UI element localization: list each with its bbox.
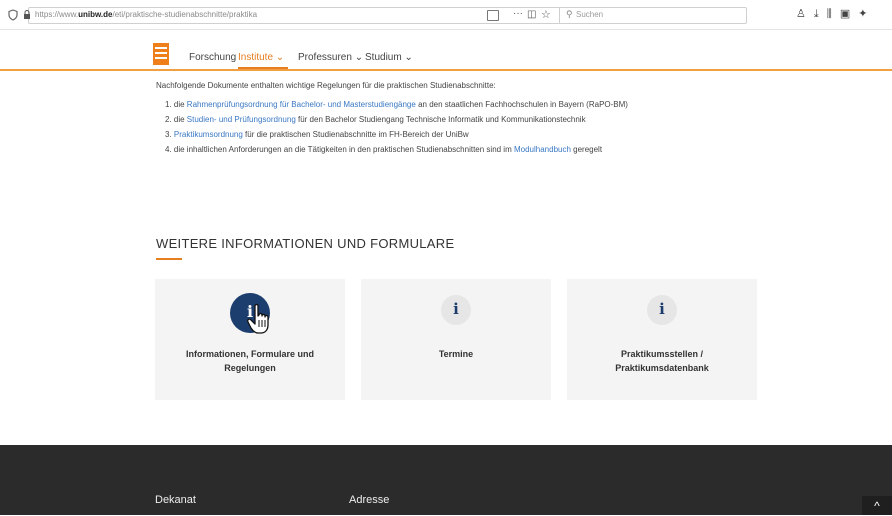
nav-item-forschung[interactable]: Forschung: [189, 52, 236, 63]
nav-item-professuren[interactable]: Professuren ⌄: [298, 52, 363, 63]
doc-link-praktikumsordnung[interactable]: Praktikumsordnung: [174, 130, 243, 139]
nav-active-underline: [238, 67, 288, 69]
extensions-icon[interactable]: ✦: [858, 7, 867, 20]
unibw-logo[interactable]: [153, 43, 169, 65]
search-input[interactable]: ⚲ Suchen: [559, 7, 769, 24]
shield-icon[interactable]: [7, 9, 19, 21]
card-praktikumsstellen[interactable]: i Praktikumsstellen / Praktikumsdatenbank: [567, 279, 757, 400]
info-icon: i: [647, 295, 677, 325]
list-item: 3. Praktikumsordnung für die praktischen…: [165, 130, 469, 139]
library-icon[interactable]: ⫼: [827, 8, 832, 21]
card-label: Praktikumsstellen / Praktikumsdatenbank: [615, 349, 709, 373]
browser-toolbar: https://www.unibw.de/eti/praktische-stud…: [0, 0, 892, 30]
card-label: Termine: [438, 349, 474, 359]
download-icon[interactable]: ⤓: [814, 8, 819, 21]
list-item: 4. die inhaltlichen Anforderungen an die…: [165, 145, 603, 154]
url-bar[interactable]: https://www.unibw.de/eti/praktische-stud…: [8, 7, 747, 24]
search-placeholder: Suchen: [576, 10, 604, 19]
card-informationen-formulare[interactable]: i Informationen, Formulare und Regelungen: [155, 279, 345, 400]
footer-heading-adresse: Adresse: [349, 494, 390, 506]
intro-text: Nachfolgende Dokumente enthalten wichtig…: [156, 81, 496, 90]
sidebar-icon[interactable]: ▣: [840, 7, 850, 20]
doc-link-spo[interactable]: Studien- und Prüfungsordnung: [187, 115, 296, 124]
info-icon: i: [441, 295, 471, 325]
reader-view-icon[interactable]: [487, 10, 499, 21]
account-icon[interactable]: ♙: [796, 7, 806, 20]
pocket-icon[interactable]: ◫: [527, 9, 536, 20]
page-actions-icon[interactable]: ···: [513, 8, 523, 19]
footer-heading-dekanat: Dekanat: [155, 494, 196, 506]
section-title-underline: [156, 258, 182, 260]
list-item: 1. die Rahmenprüfungsordnung für Bachelo…: [165, 100, 628, 109]
url-text[interactable]: https://www.unibw.de/eti/praktische-stud…: [35, 10, 257, 19]
list-item: 2. die Studien- und Prüfungsordnung für …: [165, 115, 586, 124]
lock-icon: [24, 10, 30, 19]
doc-link-modulhandbuch[interactable]: Modulhandbuch: [514, 145, 571, 154]
site-header: Forschung Institute ⌄ Professuren ⌄ Stud…: [0, 40, 892, 71]
doc-link-rapo[interactable]: Rahmenprüfungsordnung für Bachelor- und …: [187, 100, 416, 109]
card-termine[interactable]: i Termine: [361, 279, 551, 400]
nav-item-studium[interactable]: Studium ⌄: [365, 52, 413, 63]
nav-item-institute[interactable]: Institute ⌄: [238, 52, 284, 63]
bookmark-star-icon[interactable]: ☆: [541, 8, 551, 21]
search-icon: ⚲: [566, 9, 573, 19]
card-label: Informationen, Formulare und Regelungen: [185, 349, 314, 373]
site-footer: Dekanat Adresse: [0, 445, 892, 515]
section-title: WEITERE INFORMATIONEN UND FORMULARE: [156, 236, 455, 251]
hand-cursor-icon: [247, 303, 269, 334]
scroll-to-top-button[interactable]: ^: [862, 496, 892, 515]
